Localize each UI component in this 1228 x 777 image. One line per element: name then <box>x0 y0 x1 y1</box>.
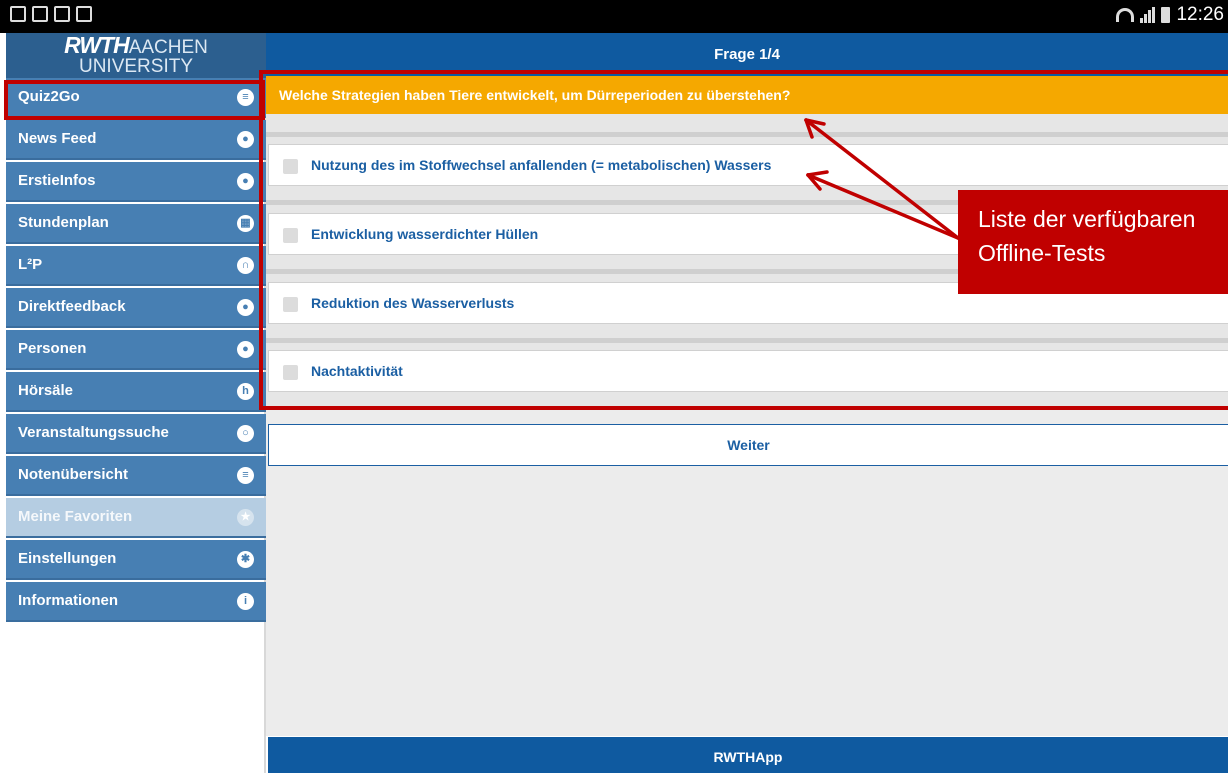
annotation-callout: Liste der verfügbaren Offline-Tests <box>958 190 1228 294</box>
upload-icon <box>76 6 92 22</box>
clock: 12:26 <box>1176 4 1224 25</box>
user-icon: ● <box>237 341 254 358</box>
sidebar-item-hoersaele[interactable]: Hörsäle h <box>6 372 266 412</box>
sidebar-item-label: Notenübersicht <box>18 466 129 483</box>
logo-aachen: AACHEN <box>128 37 208 58</box>
upload-icon <box>54 6 70 22</box>
sidebar-item-direktfeedback[interactable]: Direktfeedback ● <box>6 288 266 328</box>
sidebar-item-label: Informationen <box>18 592 118 609</box>
sidebar-item-label: Hörsäle <box>18 382 74 399</box>
logo-rwth: RWTH <box>64 32 130 58</box>
sidebar-item-label: News Feed <box>18 130 97 147</box>
logo-university: UNIVERSITY <box>78 56 194 77</box>
sidebar-item-label: L²P <box>18 256 43 273</box>
sidebar: RWTHAACHEN UNIVERSITY Quiz2Go ≡ News Feed… <box>6 33 266 773</box>
image-icon <box>32 6 48 22</box>
graduation-cap-icon: ∩ <box>237 257 254 274</box>
sidebar-item-label: Meine Favoriten <box>18 508 133 525</box>
lecture-hall-icon: h <box>237 383 254 400</box>
footer-bar: RWTHApp <box>268 737 1228 773</box>
status-bar: 12:26 <box>0 0 1228 33</box>
signal-icon <box>1140 7 1156 23</box>
info-icon: i <box>237 593 254 610</box>
sidebar-item-notenuebersicht[interactable]: Notenübersicht ≡ <box>6 456 266 496</box>
sidebar-item-stundenplan[interactable]: Stundenplan ▦ <box>6 204 266 244</box>
sidebar-item-news-feed[interactable]: News Feed ● <box>6 120 266 160</box>
callout-line1: Liste der verfügbaren <box>978 206 1196 232</box>
star-icon: ★ <box>237 509 254 526</box>
sidebar-item-informationen[interactable]: Informationen i <box>6 582 266 622</box>
sidebar-item-label: Veranstaltungssuche <box>18 424 169 441</box>
next-button[interactable]: Weiter <box>268 424 1228 466</box>
notification-icon <box>10 6 26 22</box>
sidebar-item-label: Personen <box>18 340 87 357</box>
person-icon: ● <box>237 299 254 316</box>
battery-icon <box>1161 7 1171 23</box>
highlight-box-quiz2go <box>4 80 265 120</box>
callout-line2: Offline-Tests <box>978 240 1106 266</box>
sidebar-item-label: ErstieInfos <box>18 172 96 189</box>
sidebar-item-einstellungen[interactable]: Einstellungen ✱ <box>6 540 266 580</box>
search-icon: ○ <box>237 425 254 442</box>
rwth-logo: RWTHAACHEN UNIVERSITY <box>6 33 266 78</box>
sidebar-item-meine-favoriten[interactable]: Meine Favoriten ★ <box>6 498 266 538</box>
gear-icon: ✱ <box>237 551 254 568</box>
sidebar-item-personen[interactable]: Personen ● <box>6 330 266 370</box>
chat-bubble-icon: ● <box>237 173 254 190</box>
calendar-icon: ▦ <box>237 215 254 232</box>
sidebar-item-erstieinfos[interactable]: ErstieInfos ● <box>6 162 266 202</box>
list-icon: ≡ <box>237 467 254 484</box>
sidebar-item-veranstaltungssuche[interactable]: Veranstaltungssuche ○ <box>6 414 266 454</box>
wifi-icon <box>1116 8 1135 22</box>
sidebar-item-l2p[interactable]: L²P ∩ <box>6 246 266 286</box>
chat-bubble-icon: ● <box>237 131 254 148</box>
sidebar-item-label: Stundenplan <box>18 214 109 231</box>
sidebar-item-label: Direktfeedback <box>18 298 126 315</box>
sidebar-item-label: Einstellungen <box>18 550 117 567</box>
